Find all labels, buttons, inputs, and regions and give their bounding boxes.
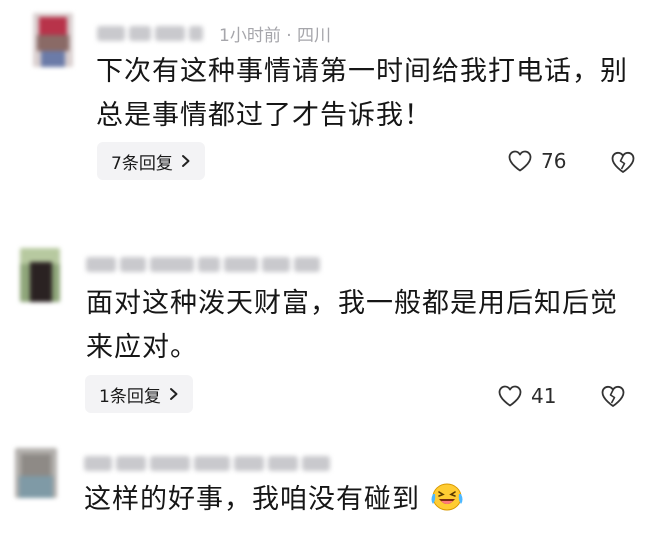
avatar[interactable] [33,13,73,67]
broken-heart-icon[interactable] [610,149,636,175]
comment-text-line: 总是事情都过了才告诉我！ [96,100,432,131]
avatar[interactable] [20,248,60,302]
comment-text-line: 面对这种泼天财富，我一般都是用后知后觉 [86,288,618,319]
like-button[interactable]: 41 [497,381,556,411]
broken-heart-icon[interactable] [600,383,626,409]
heart-outline-icon [508,150,532,172]
like-button[interactable]: 76 [507,146,566,176]
like-count: 76 [541,149,567,173]
reply-count-label: 7条回复 [111,153,173,174]
comment-time-location: 1小时前 · 四川 [219,25,332,46]
username[interactable] [86,256,320,272]
comment-text: 下次有这种事情请第一时间给我打电话，别 总是事情都过了才告诉我！ [96,50,628,138]
chevron-right-icon [181,155,190,167]
reply-count-label: 1条回复 [99,386,161,407]
view-replies-button[interactable]: 1条回复 [85,375,193,413]
chevron-right-icon [169,388,178,400]
username[interactable] [97,25,203,41]
comment-meta [86,253,320,275]
comment-meta [84,452,330,474]
comment-text-line: 下次有这种事情请第一时间给我打电话，别 [96,56,628,87]
comment-text: 这样的好事，我咱没有碰到 [84,478,464,522]
like-count: 41 [531,384,557,408]
comment-text-line: 这样的好事，我咱没有碰到 [84,484,420,515]
comment-text: 面对这种泼天财富，我一般都是用后知后觉 来应对。 [86,282,618,370]
username[interactable] [84,455,330,471]
laughing-crying-emoji [431,483,463,511]
avatar[interactable] [15,448,57,498]
heart-outline-icon [498,385,522,407]
comment-meta: 1小时前 · 四川 [97,22,332,46]
comment-text-line: 来应对。 [86,332,198,363]
view-replies-button[interactable]: 7条回复 [97,142,205,180]
